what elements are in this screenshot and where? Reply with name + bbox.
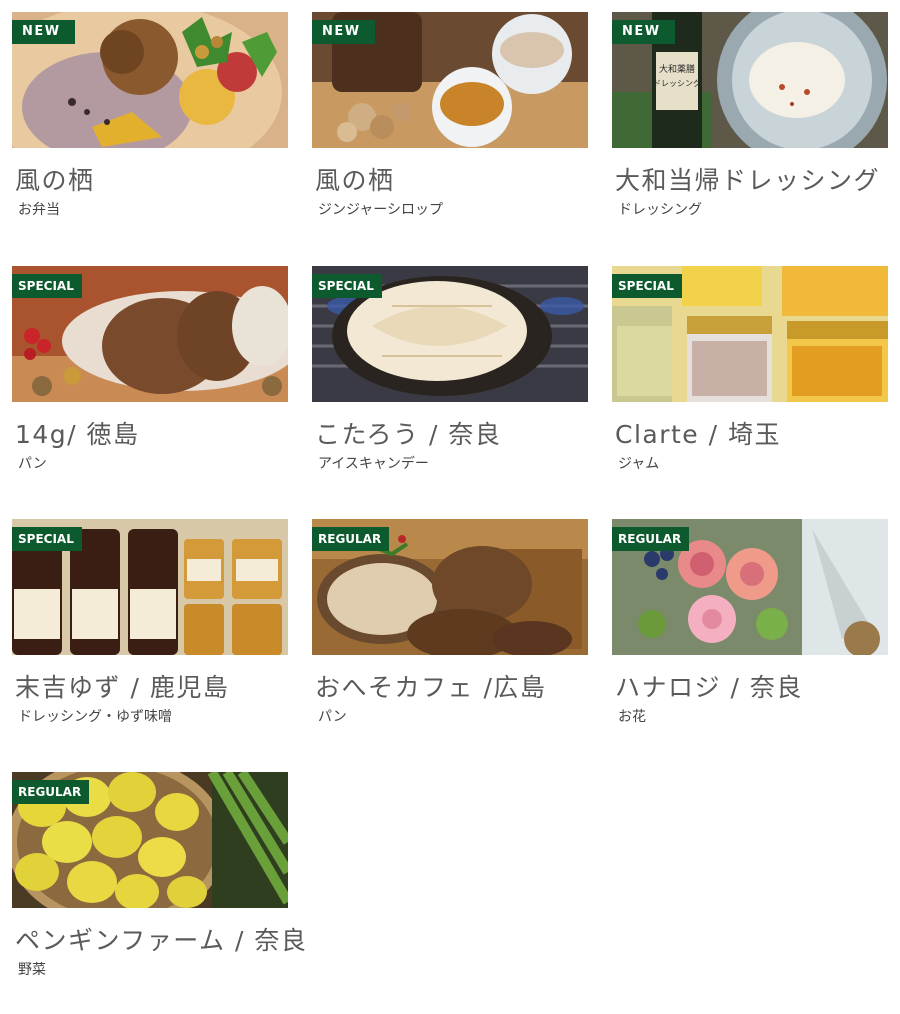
product-card[interactable]: REGULAR ハナロジ / 奈良 お花 — [612, 519, 888, 727]
jam-photo[interactable]: SPECIAL — [612, 266, 888, 402]
taiyaki-photo[interactable]: SPECIAL — [312, 266, 588, 402]
special-badge: SPECIAL — [12, 274, 82, 298]
product-category: アイスキャンデー — [318, 456, 429, 472]
new-badge: NEW — [612, 20, 675, 44]
product-category: ドレッシング — [618, 202, 702, 218]
product-card[interactable]: 大和薬膳 ドレッシング NEW 大和当帰ドレッシング ドレッシング — [612, 12, 888, 220]
product-category: パン — [18, 456, 47, 472]
special-badge: SPECIAL — [312, 274, 382, 298]
producer-title[interactable]: ハナロジ / 奈良 — [615, 671, 888, 705]
producer-title[interactable]: 風の栖 — [315, 164, 588, 198]
producer-title[interactable]: おへそカフェ /広島 — [315, 671, 588, 705]
product-category: ドレッシング・ゆず味噌 — [18, 709, 172, 725]
product-category: お花 — [618, 709, 646, 725]
product-card[interactable]: REGULAR ペンギンファーム / 奈良 野菜 — [12, 772, 306, 980]
yuzu-products-photo[interactable]: SPECIAL — [12, 519, 288, 655]
producer-title[interactable]: 14g/ 徳島 — [15, 418, 288, 452]
regular-badge: REGULAR — [12, 780, 90, 804]
product-category: ジンジャーシロップ — [318, 202, 444, 218]
product-card[interactable]: SPECIAL Clarte / 埼玉 ジャム — [612, 266, 888, 474]
ginger-syrup-photo[interactable]: NEW — [312, 12, 588, 148]
product-card[interactable]: SPECIAL 14g/ 徳島 パン — [12, 266, 288, 474]
special-badge: SPECIAL — [12, 527, 82, 551]
product-card[interactable]: SPECIAL こたろう / 奈良 アイスキャンデー — [312, 266, 588, 474]
producer-title[interactable]: 末吉ゆず / 鹿児島 — [15, 671, 288, 705]
producer-title[interactable]: こたろう / 奈良 — [315, 418, 588, 452]
product-card[interactable]: NEW 風の栖 お弁当 — [12, 12, 288, 220]
flowers-photo[interactable]: REGULAR — [612, 519, 888, 655]
bento-photo[interactable]: NEW — [12, 12, 288, 148]
special-badge: SPECIAL — [612, 274, 682, 298]
product-category: お弁当 — [18, 202, 60, 218]
producer-title[interactable]: 風の栖 — [15, 164, 288, 198]
bottle-label-line-1: 大和薬膳 — [659, 63, 695, 75]
product-category: 野菜 — [18, 962, 46, 978]
lemons-photo[interactable]: REGULAR — [12, 772, 288, 908]
stollen-photo[interactable]: SPECIAL — [12, 266, 288, 402]
producer-title[interactable]: ペンギンファーム / 奈良 — [15, 924, 306, 958]
bottle-label-line-2: ドレッシング — [653, 78, 701, 88]
product-category: パン — [318, 709, 347, 725]
product-card[interactable]: SPECIAL 末吉ゆず / 鹿児島 ドレッシング・ゆず味噌 — [12, 519, 288, 727]
new-badge: NEW — [12, 20, 75, 44]
new-badge: NEW — [312, 20, 375, 44]
product-card[interactable]: REGULAR おへそカフェ /広島 パン — [312, 519, 588, 727]
producer-title[interactable]: 大和当帰ドレッシング — [615, 164, 888, 198]
product-category: ジャム — [618, 456, 660, 472]
dressing-photo[interactable]: 大和薬膳 ドレッシング NEW — [612, 12, 888, 148]
bread-photo[interactable]: REGULAR — [312, 519, 588, 655]
regular-badge: REGULAR — [312, 527, 390, 551]
product-card[interactable]: NEW 風の栖 ジンジャーシロップ — [312, 12, 588, 220]
regular-badge: REGULAR — [612, 527, 690, 551]
producer-title[interactable]: Clarte / 埼玉 — [615, 418, 888, 452]
